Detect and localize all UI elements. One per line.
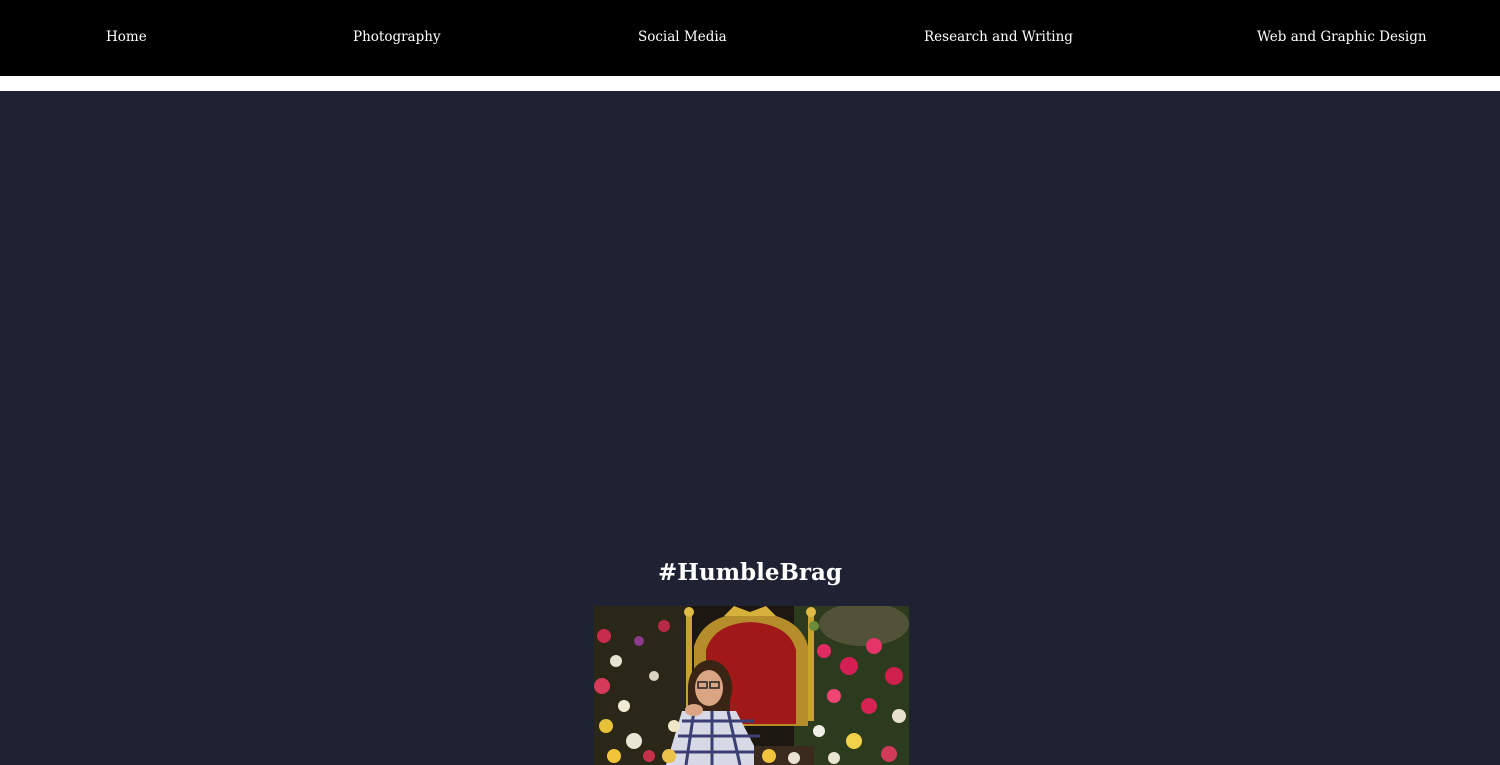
header-divider xyxy=(0,76,1500,91)
nav-research-and-writing[interactable]: Research and Writing xyxy=(924,28,1073,46)
nav-photography[interactable]: Photography xyxy=(353,28,441,46)
nav-home[interactable]: Home xyxy=(106,28,147,46)
featured-photo xyxy=(594,606,909,765)
page-heading: #HumbleBrag xyxy=(657,559,843,586)
nav-web-and-graphic-design[interactable]: Web and Graphic Design xyxy=(1257,28,1427,46)
nav-social-media[interactable]: Social Media xyxy=(638,28,727,46)
top-navigation: Home Photography Social Media Research a… xyxy=(0,0,1500,76)
